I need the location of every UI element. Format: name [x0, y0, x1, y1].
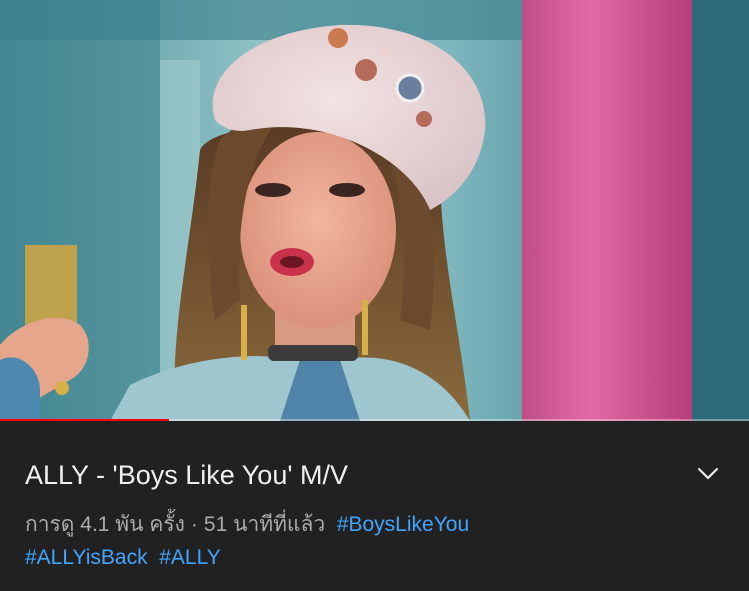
video-progress-fill [0, 419, 169, 421]
video-player[interactable] [0, 0, 749, 421]
hashtag-link[interactable]: #ALLYisBack [25, 546, 148, 569]
upload-age: 51 นาทีที่แล้ว [203, 513, 326, 536]
video-frame [0, 0, 749, 421]
video-watch-page: ALLY - 'Boys Like You' M/V การดู 4.1 พัน… [0, 0, 749, 591]
video-title[interactable]: ALLY - 'Boys Like You' M/V [25, 458, 665, 492]
video-info-panel: ALLY - 'Boys Like You' M/V การดู 4.1 พัน… [0, 424, 749, 591]
video-progress-bar[interactable] [0, 419, 749, 421]
chevron-down-icon [697, 467, 719, 480]
hashtag-link[interactable]: #ALLY [159, 546, 221, 569]
hashtag-link[interactable]: #BoysLikeYou [337, 513, 469, 536]
view-count: การดู 4.1 พัน ครั้ง [25, 513, 185, 536]
video-metadata: การดู 4.1 พัน ครั้ง · 51 นาทีที่แล้ว #Boys… [25, 508, 725, 574]
expand-description-button[interactable] [690, 458, 726, 490]
meta-separator: · [190, 513, 198, 536]
